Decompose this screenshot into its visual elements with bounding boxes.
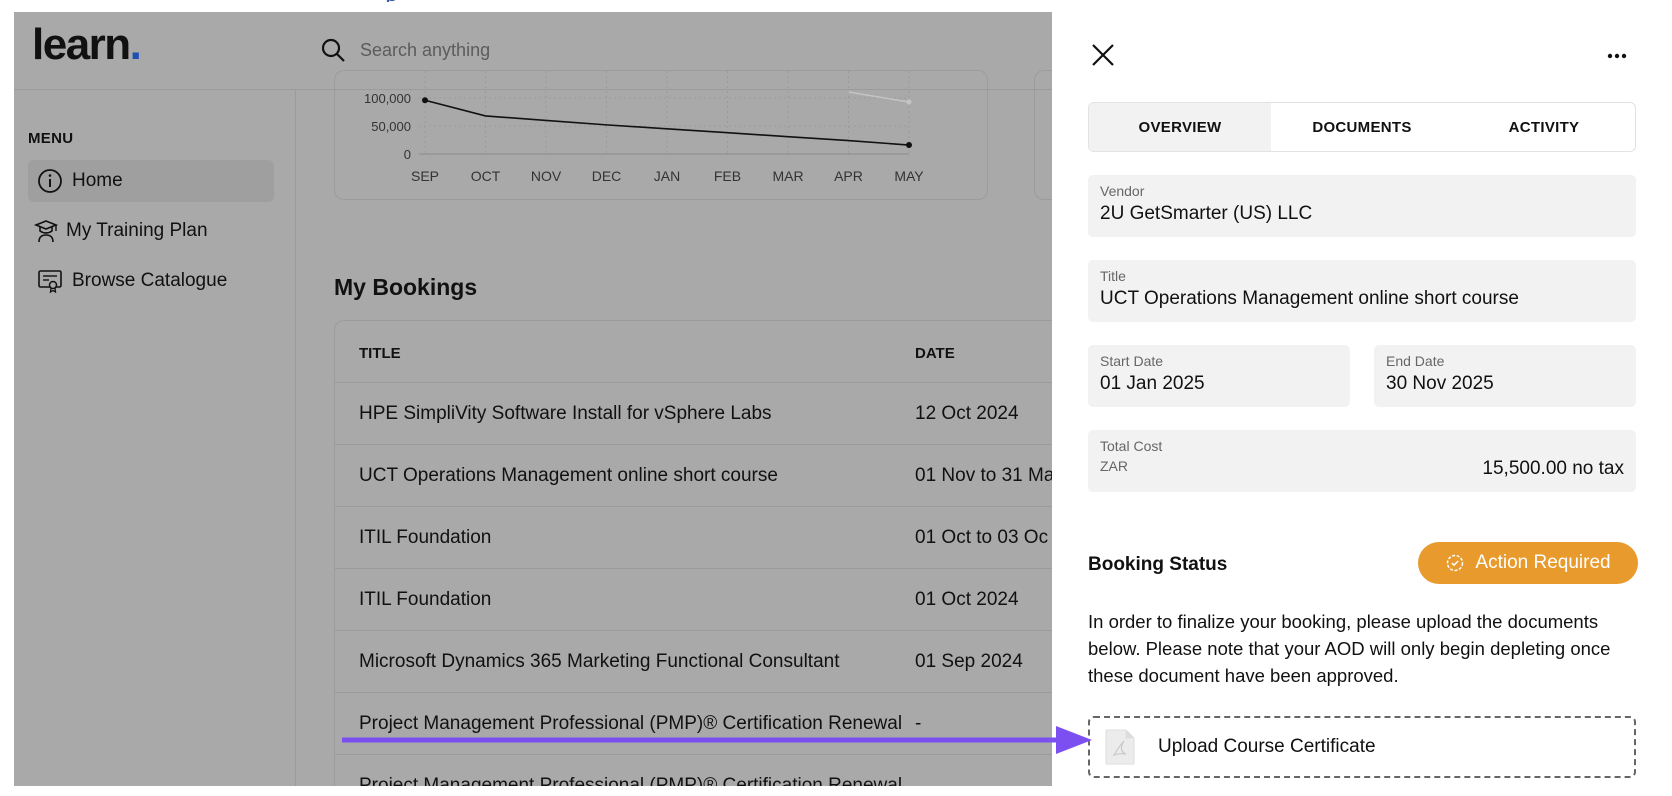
info-icon	[36, 167, 64, 195]
row-title: ITIL Foundation	[359, 527, 492, 548]
data-point[interactable]	[422, 97, 428, 104]
row-title: UCT Operations Management online short c…	[359, 465, 778, 486]
tab-overview[interactable]: OVERVIEW	[1089, 103, 1271, 151]
row-title: HPE SimpliVity Software Install for vSph…	[359, 403, 772, 424]
row-date: 01 Nov to 31 Ma	[915, 465, 1052, 486]
column-header-date: DATE	[915, 345, 955, 362]
vendor-field: Vendor 2U GetSmarter (US) LLC	[1088, 175, 1636, 237]
sidebar: MENU Home My Training Plan Browse Catalo…	[14, 90, 296, 786]
search-icon[interactable]	[320, 37, 346, 63]
x-tick-label: FEB	[714, 168, 741, 184]
status-badge-label: Action Required	[1475, 552, 1611, 573]
certificate-icon	[36, 267, 64, 295]
status-badge: Action Required	[1418, 542, 1638, 584]
column-header-title: TITLE	[359, 345, 401, 362]
line-chart: 100,000 50,000 0SEP OCT NOV DEC JAN FEB MAR APR MA…	[364, 71, 924, 184]
faint-series-line	[848, 91, 910, 103]
app-window: learn. MENU Home My Training Plan	[14, 12, 1052, 786]
learn-logo[interactable]: learn.	[32, 20, 142, 70]
x-tick-label: MAY	[894, 168, 924, 184]
sidebar-item-home[interactable]: Home	[28, 160, 274, 202]
tab-documents[interactable]: DOCUMENTS	[1271, 103, 1453, 151]
sidebar-item-label: My Training Plan	[66, 220, 208, 241]
y-tick-label: 0	[404, 147, 411, 162]
graduate-icon	[32, 217, 60, 245]
faint-series-point	[906, 99, 912, 105]
search-input[interactable]	[360, 34, 960, 66]
title-value: UCT Operations Management online short c…	[1100, 288, 1519, 309]
pdf-file-icon	[1105, 729, 1135, 765]
row-date: 12 Oct 2024	[915, 403, 1019, 424]
field-label: Title	[1100, 268, 1126, 284]
field-label: End Date	[1386, 353, 1445, 369]
row-title: ITIL Foundation	[359, 589, 492, 610]
main-content: 100,000 50,000 0 SEP OCT NOV DEC JAN FEB MAR APR MA…	[296, 70, 1052, 786]
x-tick-label: JAN	[654, 168, 680, 184]
row-title: Project Management Professional (PMP)® C…	[359, 775, 903, 786]
total-cost-amount: 15,500.00 no tax	[1482, 458, 1624, 479]
sidebar-item-label: Browse Catalogue	[72, 270, 228, 291]
start-date-field: Start Date 01 Jan 2025	[1088, 345, 1350, 407]
table-row[interactable]: HPE SimpliVity Software Install for vSph…	[335, 382, 1052, 444]
table-row[interactable]: UCT Operations Management online short c…	[335, 444, 1052, 506]
y-tick-label: 100,000	[364, 91, 411, 106]
table-row[interactable]: Microsoft Dynamics 365 Marketing Functio…	[335, 630, 1052, 692]
field-label: Total Cost	[1100, 438, 1163, 454]
table-row[interactable]: Project Management Professional (PMP)® C…	[335, 754, 1052, 786]
row-title: Microsoft Dynamics 365 Marketing Functio…	[359, 651, 840, 672]
cropped-text-fragment	[386, 0, 396, 2]
vendor-value: 2U GetSmarter (US) LLC	[1100, 203, 1313, 224]
x-tick-label: OCT	[471, 168, 501, 184]
spend-chart-card: 100,000 50,000 0 SEP OCT NOV DEC JAN FEB MAR APR MA…	[334, 70, 988, 200]
row-date: 01 Oct to 03 Oc	[915, 527, 1049, 548]
currency-code: ZAR	[1100, 458, 1128, 474]
sidebar-item-my-training-plan[interactable]: My Training Plan	[28, 210, 274, 252]
booking-status-label: Booking Status	[1088, 554, 1228, 575]
end-date-value: 30 Nov 2025	[1386, 373, 1494, 394]
table-row[interactable]: ITIL Foundation 01 Oct 2024	[335, 568, 1052, 630]
table-row[interactable]: ITIL Foundation 01 Oct to 03 Oc	[335, 506, 1052, 568]
annotation-arrow	[342, 726, 1092, 754]
menu-heading: MENU	[28, 130, 74, 147]
close-icon[interactable]	[1088, 40, 1118, 70]
sidebar-item-browse-catalogue[interactable]: Browse Catalogue	[28, 260, 274, 302]
tab-activity[interactable]: ACTIVITY	[1453, 103, 1635, 151]
x-tick-label: SEP	[411, 168, 439, 184]
check-circle-icon	[1447, 554, 1464, 572]
data-point[interactable]	[906, 142, 912, 149]
sidebar-item-label: Home	[72, 170, 123, 191]
booking-detail-panel: OVERVIEW DOCUMENTS ACTIVITY Vendor 2U Ge…	[1052, 12, 1662, 796]
field-label: Start Date	[1100, 353, 1164, 369]
screenshot-stage: learn. MENU Home My Training Plan	[0, 0, 1672, 796]
upload-course-certificate-button[interactable]: Upload Course Certificate	[1088, 716, 1636, 778]
x-tick-label: MAR	[772, 168, 803, 184]
section-title: My Bookings	[334, 274, 478, 300]
row-date: 01 Sep 2024	[915, 651, 1023, 672]
y-tick-label: 50,000	[371, 119, 411, 134]
total-cost-field: Total Cost ZAR 15,500.00 no tax	[1088, 430, 1636, 492]
x-tick-label: NOV	[531, 168, 562, 184]
secondary-card	[1034, 70, 1052, 200]
x-tick-label: APR	[834, 168, 863, 184]
bookings-table: TITLE DATE HPE SimpliVity Software Insta…	[334, 320, 1052, 786]
upload-label: Upload Course Certificate	[1158, 736, 1376, 757]
x-tick-label: DEC	[592, 168, 622, 184]
start-date-value: 01 Jan 2025	[1100, 373, 1205, 394]
more-options-icon[interactable]	[1602, 46, 1632, 66]
end-date-field: End Date 30 Nov 2025	[1374, 345, 1636, 407]
row-date: 01 Oct 2024	[915, 589, 1019, 610]
field-label: Vendor	[1100, 183, 1145, 199]
title-field: Title UCT Operations Management online s…	[1088, 260, 1636, 322]
upload-instructions: In order to finalize your booking, pleas…	[1088, 611, 1611, 686]
panel-tabs: OVERVIEW DOCUMENTS ACTIVITY	[1088, 102, 1636, 152]
